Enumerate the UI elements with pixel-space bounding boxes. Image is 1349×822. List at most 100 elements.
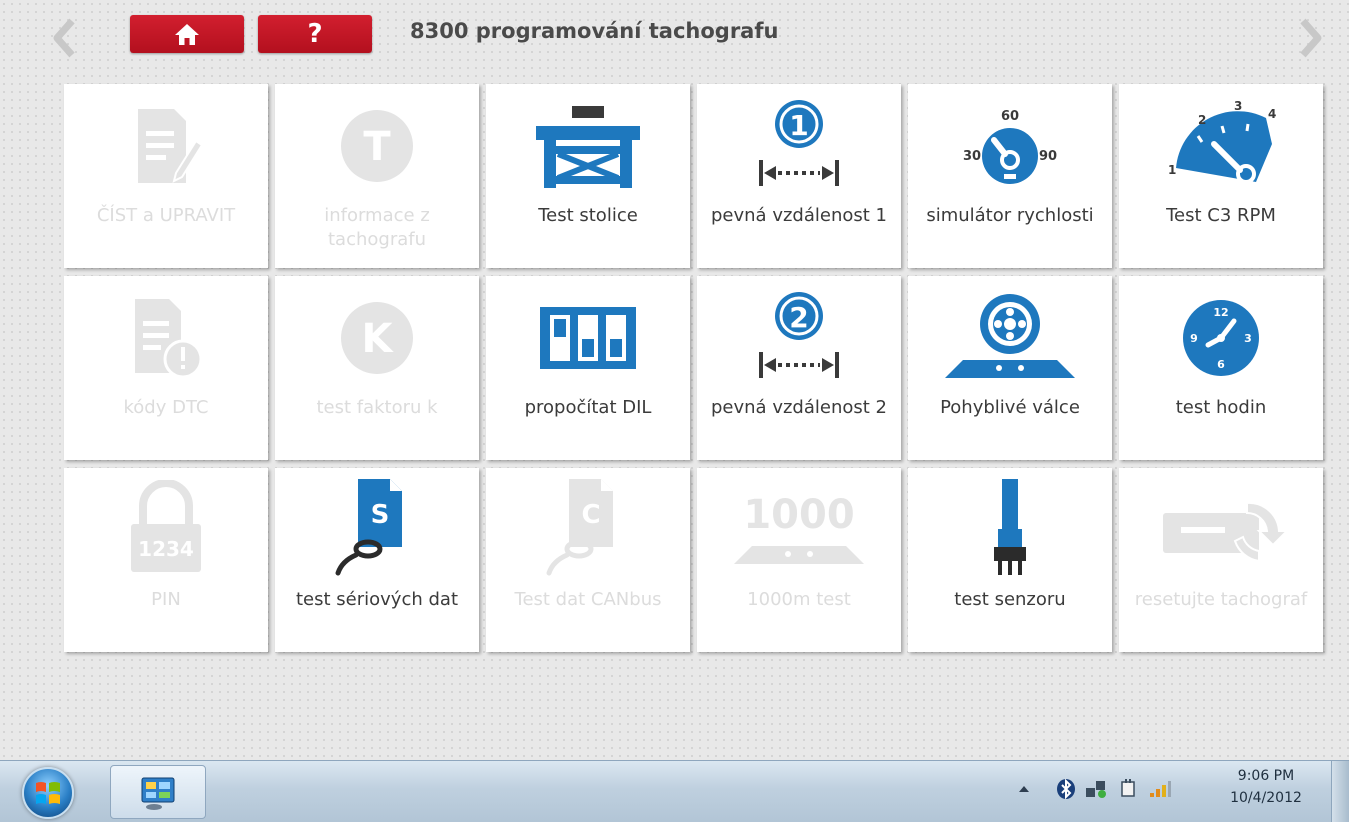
serial-data-icon: S [335, 479, 402, 576]
rpm-1-label: 1 [1168, 163, 1176, 177]
tile-label: test faktoru k [316, 397, 438, 418]
clock-icon: 12 3 6 9 [1183, 300, 1259, 376]
speed-90-label: 90 [1039, 149, 1057, 164]
fixed-distance-2-icon: 2 [759, 292, 839, 378]
help-label: ? [307, 19, 323, 49]
t-letter: T [363, 124, 391, 170]
canbus-letter: C [581, 500, 600, 530]
rpm-3-label: 3 [1234, 99, 1242, 113]
k-circle-icon: K [341, 302, 413, 374]
serial-letter: S [371, 500, 390, 530]
distance-1-number: 1 [789, 109, 808, 142]
tile-tachograph-info: T informace z tachografu [275, 84, 479, 268]
reset-tachograph-icon [1163, 501, 1290, 563]
speed-30-label: 30 [963, 149, 981, 164]
clock-12-label: 12 [1213, 306, 1228, 319]
signal-tray-icon-button[interactable] [1148, 775, 1172, 803]
page-title: 8300 programování tachografu [410, 19, 779, 43]
clock-3-label: 3 [1244, 332, 1252, 345]
tile-label: test sériových dat [296, 589, 458, 610]
home-button[interactable] [130, 15, 244, 53]
tile-serial-data-test[interactable]: S test sériových dat [275, 468, 479, 652]
tile-label: Test stolice [538, 205, 638, 226]
start-button[interactable] [22, 767, 74, 819]
clock-9-label: 9 [1190, 332, 1198, 345]
taskbar: 9:06 PM 10/4/2012 [0, 760, 1349, 822]
edit-document-icon [138, 109, 204, 183]
help-button[interactable]: ? [258, 15, 372, 53]
next-page-arrow[interactable] [1293, 14, 1329, 62]
tile-read-edit: ČÍST a UPRAVIT [64, 84, 268, 268]
padlock-icon: 1234 [131, 480, 201, 572]
tile-c3-rpm[interactable]: 1 2 3 4 Test C3 RPM [1119, 84, 1323, 268]
k-letter: K [362, 316, 395, 362]
tile-fixed-distance-2[interactable]: 2 pevná vzdálenost 2 [697, 276, 901, 460]
taskbar-app-button[interactable] [110, 765, 206, 819]
tile-label: propočítat DIL [524, 397, 652, 418]
tile-label: kódy DTC [123, 397, 209, 418]
tile-label: test senzoru [954, 589, 1066, 610]
home-icon [175, 24, 199, 45]
tile-k-factor-test: K test faktoru k [275, 276, 479, 460]
rpm-4-label: 4 [1268, 107, 1276, 121]
rpm-gauge-icon: 1 2 3 4 [1168, 99, 1276, 184]
tile-label: Test C3 RPM [1166, 205, 1276, 226]
bluetooth-icon [1057, 778, 1075, 800]
show-hidden-icons-button[interactable] [1012, 775, 1036, 803]
tile-test-bench[interactable]: Test stolice [486, 84, 690, 268]
sensor-icon [994, 479, 1026, 575]
tile-label: resetujte tachograf [1134, 589, 1308, 610]
system-clock[interactable]: 9:06 PM 10/4/2012 [1218, 765, 1314, 809]
t-circle-icon: T [341, 110, 413, 182]
control-panel-icon [141, 777, 175, 810]
previous-page-arrow[interactable] [46, 14, 82, 62]
tile-rolling-road[interactable]: Pohyblivé válce [908, 276, 1112, 460]
tile-reset-tachograph: resetujte tachograf [1119, 468, 1323, 652]
network-icon [1086, 781, 1106, 798]
header-bar: ? 8300 programování tachografu [0, 0, 1349, 80]
clock-time: 9:06 PM [1237, 768, 1295, 784]
rpm-2-label: 2 [1198, 113, 1206, 127]
speed-60-label: 60 [1001, 109, 1019, 124]
tile-label: Test dat CANbus [514, 589, 662, 610]
chevron-left-icon [53, 18, 75, 58]
tile-label: PIN [151, 589, 181, 610]
clock-6-label: 6 [1217, 358, 1225, 371]
test-bench-icon [536, 106, 640, 188]
tile-label: pevná vzdálenost 2 [711, 397, 887, 418]
tile-label: 1000m test [747, 589, 851, 610]
dtc-document-icon [135, 299, 203, 379]
tile-label: pevná vzdálenost 1 [711, 205, 887, 226]
distance-2-number: 2 [789, 301, 808, 334]
1000m-icon: 1000 [734, 492, 864, 564]
tile-canbus-data-test: C Test dat CANbus [486, 468, 690, 652]
bluetooth-tray-icon-button[interactable] [1054, 775, 1078, 803]
tile-1000m-test: 1000 1000m test [697, 468, 901, 652]
pin-code-text: 1234 [138, 537, 194, 561]
tile-label: ČÍST a UPRAVIT [96, 205, 236, 226]
signal-strength-icon [1150, 781, 1171, 797]
tile-speed-simulator[interactable]: 60 30 90 simulátor rychlosti [908, 84, 1112, 268]
fixed-distance-1-icon: 1 [759, 100, 839, 186]
canbus-data-icon: C [546, 479, 613, 576]
show-desktop-button[interactable] [1331, 761, 1349, 822]
tile-label: informace z tachografu [324, 205, 430, 250]
tile-sensor-test[interactable]: test senzoru [908, 468, 1112, 652]
windows-logo-icon [36, 782, 60, 804]
rolling-road-icon [945, 294, 1075, 378]
tile-label: test hodin [1175, 397, 1267, 418]
dil-switch-icon [540, 307, 636, 369]
power-tray-icon-button[interactable] [1116, 775, 1140, 803]
network-tray-icon-button[interactable] [1084, 775, 1108, 803]
thousand-text: 1000 [743, 492, 854, 538]
tile-pin: 1234 PIN [64, 468, 268, 652]
caret-up-icon [1019, 786, 1029, 792]
tile-label: simulátor rychlosti [926, 205, 1094, 226]
tile-dtc-codes: kódy DTC [64, 276, 268, 460]
clock-date: 10/4/2012 [1230, 790, 1302, 806]
chevron-right-icon [1300, 18, 1322, 58]
power-plug-icon [1121, 779, 1135, 797]
tile-calculate-dil[interactable]: propočítat DIL [486, 276, 690, 460]
tile-fixed-distance-1[interactable]: 1 pevná vzdálenost 1 [697, 84, 901, 268]
tile-clock-test[interactable]: 12 3 6 9 test hodin [1119, 276, 1323, 460]
